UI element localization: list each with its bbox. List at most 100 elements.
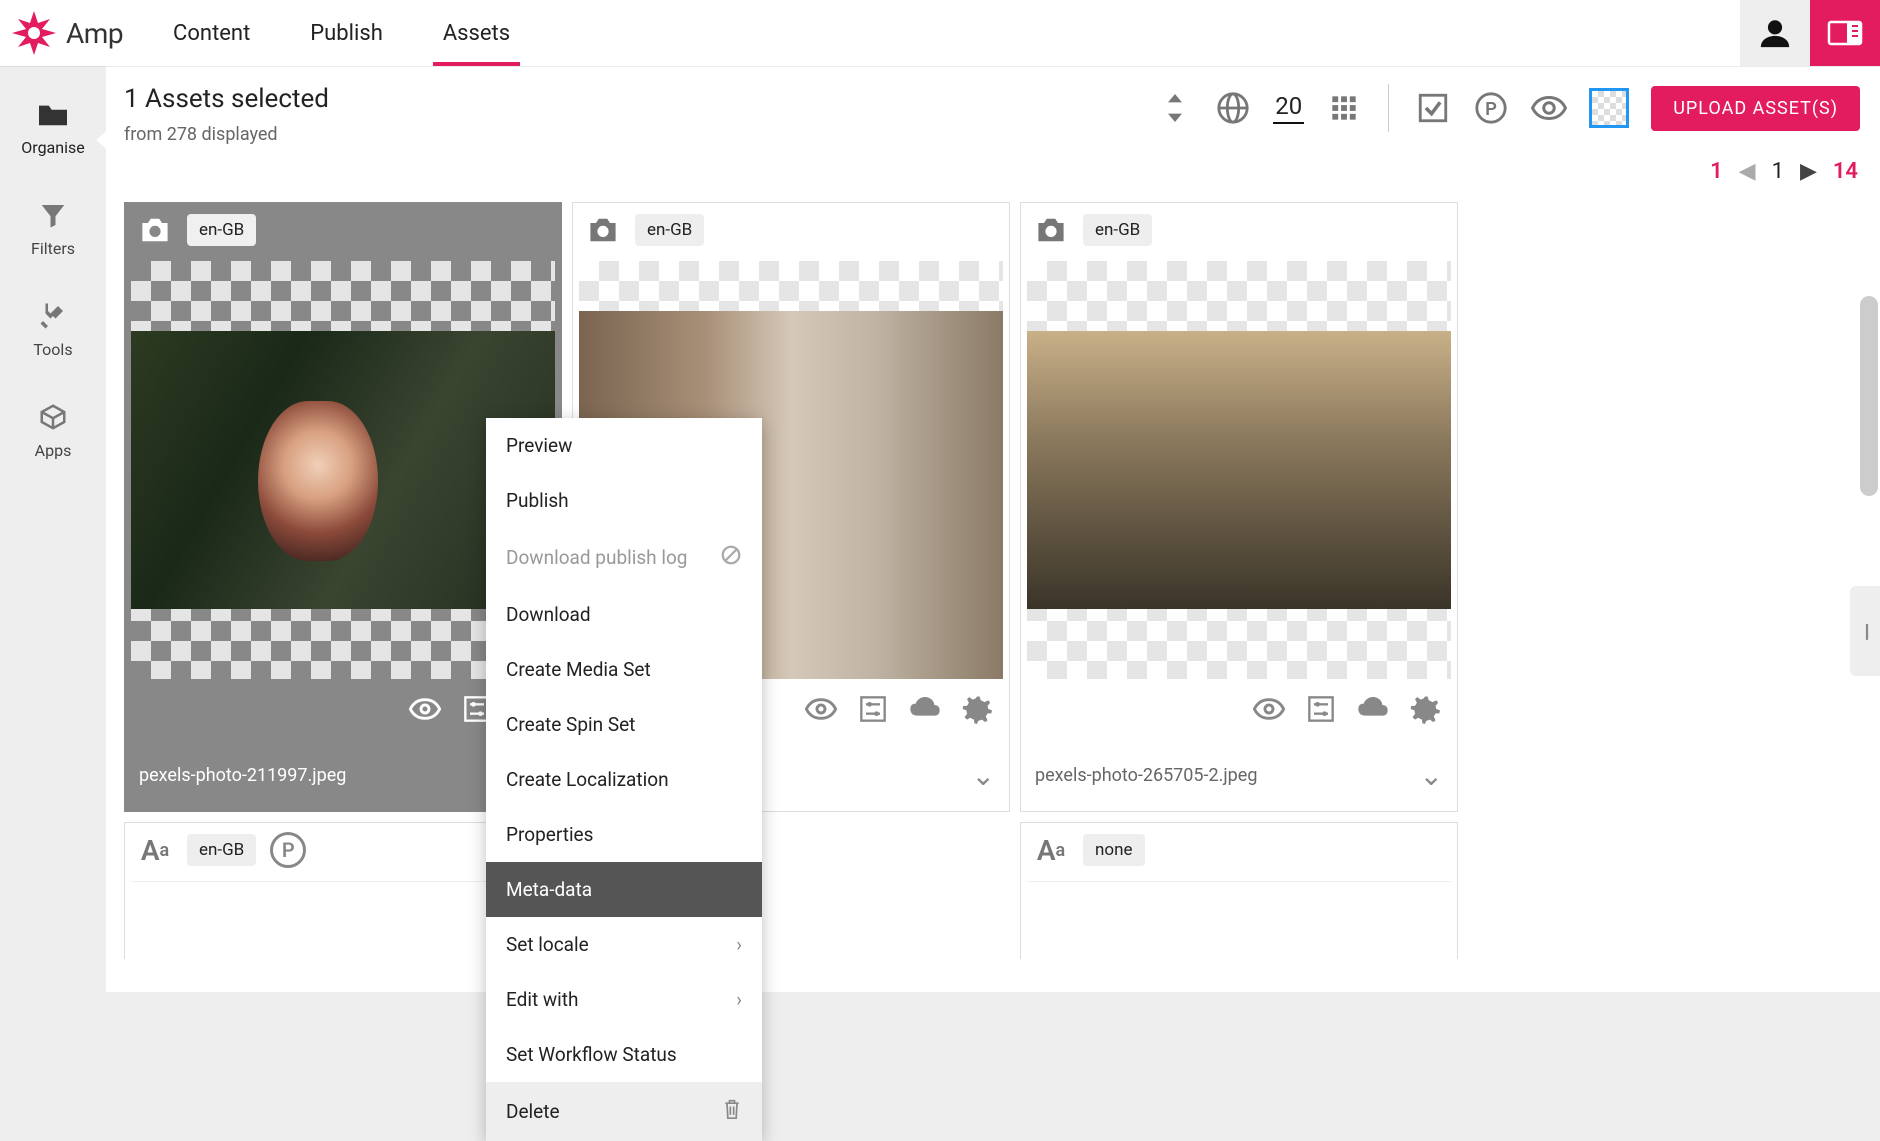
locale-chip: none (1083, 834, 1145, 866)
ctx-delete[interactable]: Delete (486, 1082, 762, 1141)
sidebar-item-apps[interactable]: Apps (35, 399, 72, 460)
camera-icon (1033, 212, 1069, 248)
page-size[interactable]: 20 (1273, 92, 1304, 124)
preview-icon[interactable] (409, 693, 441, 725)
right-drawer-handle[interactable]: ||| (1850, 586, 1880, 676)
nav-assets[interactable]: Assets (433, 1, 520, 66)
scrollbar-thumb[interactable] (1860, 296, 1878, 496)
nav-publish[interactable]: Publish (300, 1, 393, 66)
chevron-down-icon[interactable]: ⌄ (1420, 759, 1443, 792)
toolbar-separator (1388, 84, 1389, 132)
grid-view-icon[interactable] (1326, 90, 1362, 126)
globe-icon[interactable] (1215, 90, 1251, 126)
ctx-set-locale[interactable]: Set locale › (486, 917, 762, 972)
eye-icon[interactable] (1531, 90, 1567, 126)
sidebar-item-filters[interactable]: Filters (31, 197, 75, 258)
select-all-icon[interactable] (1415, 90, 1451, 126)
cloud-upload-icon[interactable] (909, 693, 941, 725)
dashboard-icon (1827, 18, 1863, 48)
ctx-properties[interactable]: Properties (486, 807, 762, 862)
main-panel: 1 Assets selected from 278 displayed 20 … (106, 66, 1880, 992)
trash-icon (722, 1098, 742, 1125)
toolbar-right: 20 P UPLOAD ASSET(S) (1157, 84, 1860, 132)
sidebar-item-organise[interactable]: Organise (21, 96, 84, 157)
card-header: en-GB (125, 203, 561, 257)
folder-icon (35, 96, 71, 132)
user-icon (1758, 16, 1792, 50)
brand-text: Amp (66, 17, 123, 50)
profile-button[interactable] (1740, 0, 1810, 66)
card-header: en-GB (1021, 203, 1457, 257)
transparency-toggle[interactable] (1589, 88, 1629, 128)
pager-prev[interactable]: ◀ (1739, 159, 1756, 184)
logo-icon (10, 9, 58, 57)
thumbnail[interactable] (1027, 261, 1451, 679)
locale-chip: en-GB (187, 214, 256, 246)
chevron-down-icon[interactable]: ⌄ (972, 759, 995, 792)
top-header: Amp Content Publish Assets (0, 0, 1880, 66)
pager-last[interactable]: 14 (1833, 159, 1858, 184)
locale-chip: en-GB (1083, 214, 1152, 246)
ctx-create-localization[interactable]: Create Localization (486, 752, 762, 807)
preview-icon[interactable] (1253, 693, 1285, 725)
card-header: en-GB (573, 203, 1009, 257)
ctx-edit-with-label: Edit with (506, 988, 578, 1011)
dashboard-button[interactable] (1810, 0, 1880, 66)
ctx-download[interactable]: Download (486, 587, 762, 642)
chevron-right-icon: › (736, 988, 742, 1011)
page-subtitle: from 278 displayed (124, 124, 329, 145)
block-icon (720, 544, 742, 571)
sliders-icon[interactable] (857, 693, 889, 725)
pager-first[interactable]: 1 (1710, 159, 1723, 184)
p-circle-icon: P (270, 832, 306, 868)
asset-card[interactable]: Aa none (1020, 822, 1458, 959)
nav-content[interactable]: Content (163, 1, 260, 66)
pager: 1 ◀ 1 ▶ 14 (106, 155, 1880, 188)
camera-icon (137, 212, 173, 248)
ctx-create-media-set[interactable]: Create Media Set (486, 642, 762, 697)
locale-chip: en-GB (187, 834, 256, 866)
header-right (1740, 0, 1880, 66)
text-icon: Aa (1033, 832, 1069, 868)
card-header: Aa none (1021, 823, 1457, 877)
cloud-upload-icon[interactable] (1357, 693, 1389, 725)
upload-button[interactable]: UPLOAD ASSET(S) (1651, 86, 1860, 131)
sidebar-label-organise: Organise (21, 138, 84, 157)
sort-toggle[interactable] (1157, 90, 1193, 126)
asset-grid: en-GB pexels-photo-211997.jpeg en-GB (106, 188, 1880, 959)
ctx-delete-label: Delete (506, 1100, 560, 1123)
funnel-icon (35, 197, 71, 233)
ctx-publish[interactable]: Publish (486, 473, 762, 528)
gear-icon[interactable] (1409, 693, 1441, 725)
ctx-create-spin-set[interactable]: Create Spin Set (486, 697, 762, 752)
ctx-metadata[interactable]: Meta-data (486, 862, 762, 917)
ctx-preview[interactable]: Preview (486, 418, 762, 473)
ctx-workflow[interactable]: Set Workflow Status (486, 1027, 762, 1082)
gear-icon[interactable] (961, 693, 993, 725)
sliders-icon[interactable] (1305, 693, 1337, 725)
sidebar-label-apps: Apps (35, 441, 72, 460)
asset-card[interactable]: en-GB pexels-photo-265705-2.jpeg ⌄ (1020, 202, 1458, 812)
text-icon: Aa (137, 832, 173, 868)
logo: Amp (10, 9, 123, 57)
ctx-download-log: Download publish log (486, 528, 762, 587)
title-block: 1 Assets selected from 278 displayed (124, 84, 329, 145)
ctx-download-log-label: Download publish log (506, 546, 687, 569)
sidebar-item-tools[interactable]: Tools (33, 298, 72, 359)
sidebar-label-tools: Tools (33, 340, 72, 359)
ctx-edit-with[interactable]: Edit with › (486, 972, 762, 1027)
p-circle-icon[interactable]: P (1473, 90, 1509, 126)
main-nav: Content Publish Assets (163, 1, 520, 66)
svg-text:P: P (1485, 99, 1497, 120)
sidebar-label-filters: Filters (31, 239, 75, 258)
locale-chip: en-GB (635, 214, 704, 246)
card-footer: pexels-photo-265705-2.jpeg ⌄ (1021, 739, 1457, 811)
tools-icon (35, 298, 71, 334)
cube-icon (35, 399, 71, 435)
ctx-set-locale-label: Set locale (506, 933, 589, 956)
thumbnail[interactable] (1027, 881, 1451, 959)
left-sidebar: Organise Filters Tools Apps (0, 66, 106, 992)
pager-next[interactable]: ▶ (1800, 159, 1817, 184)
page-title: 1 Assets selected (124, 84, 329, 114)
preview-icon[interactable] (805, 693, 837, 725)
